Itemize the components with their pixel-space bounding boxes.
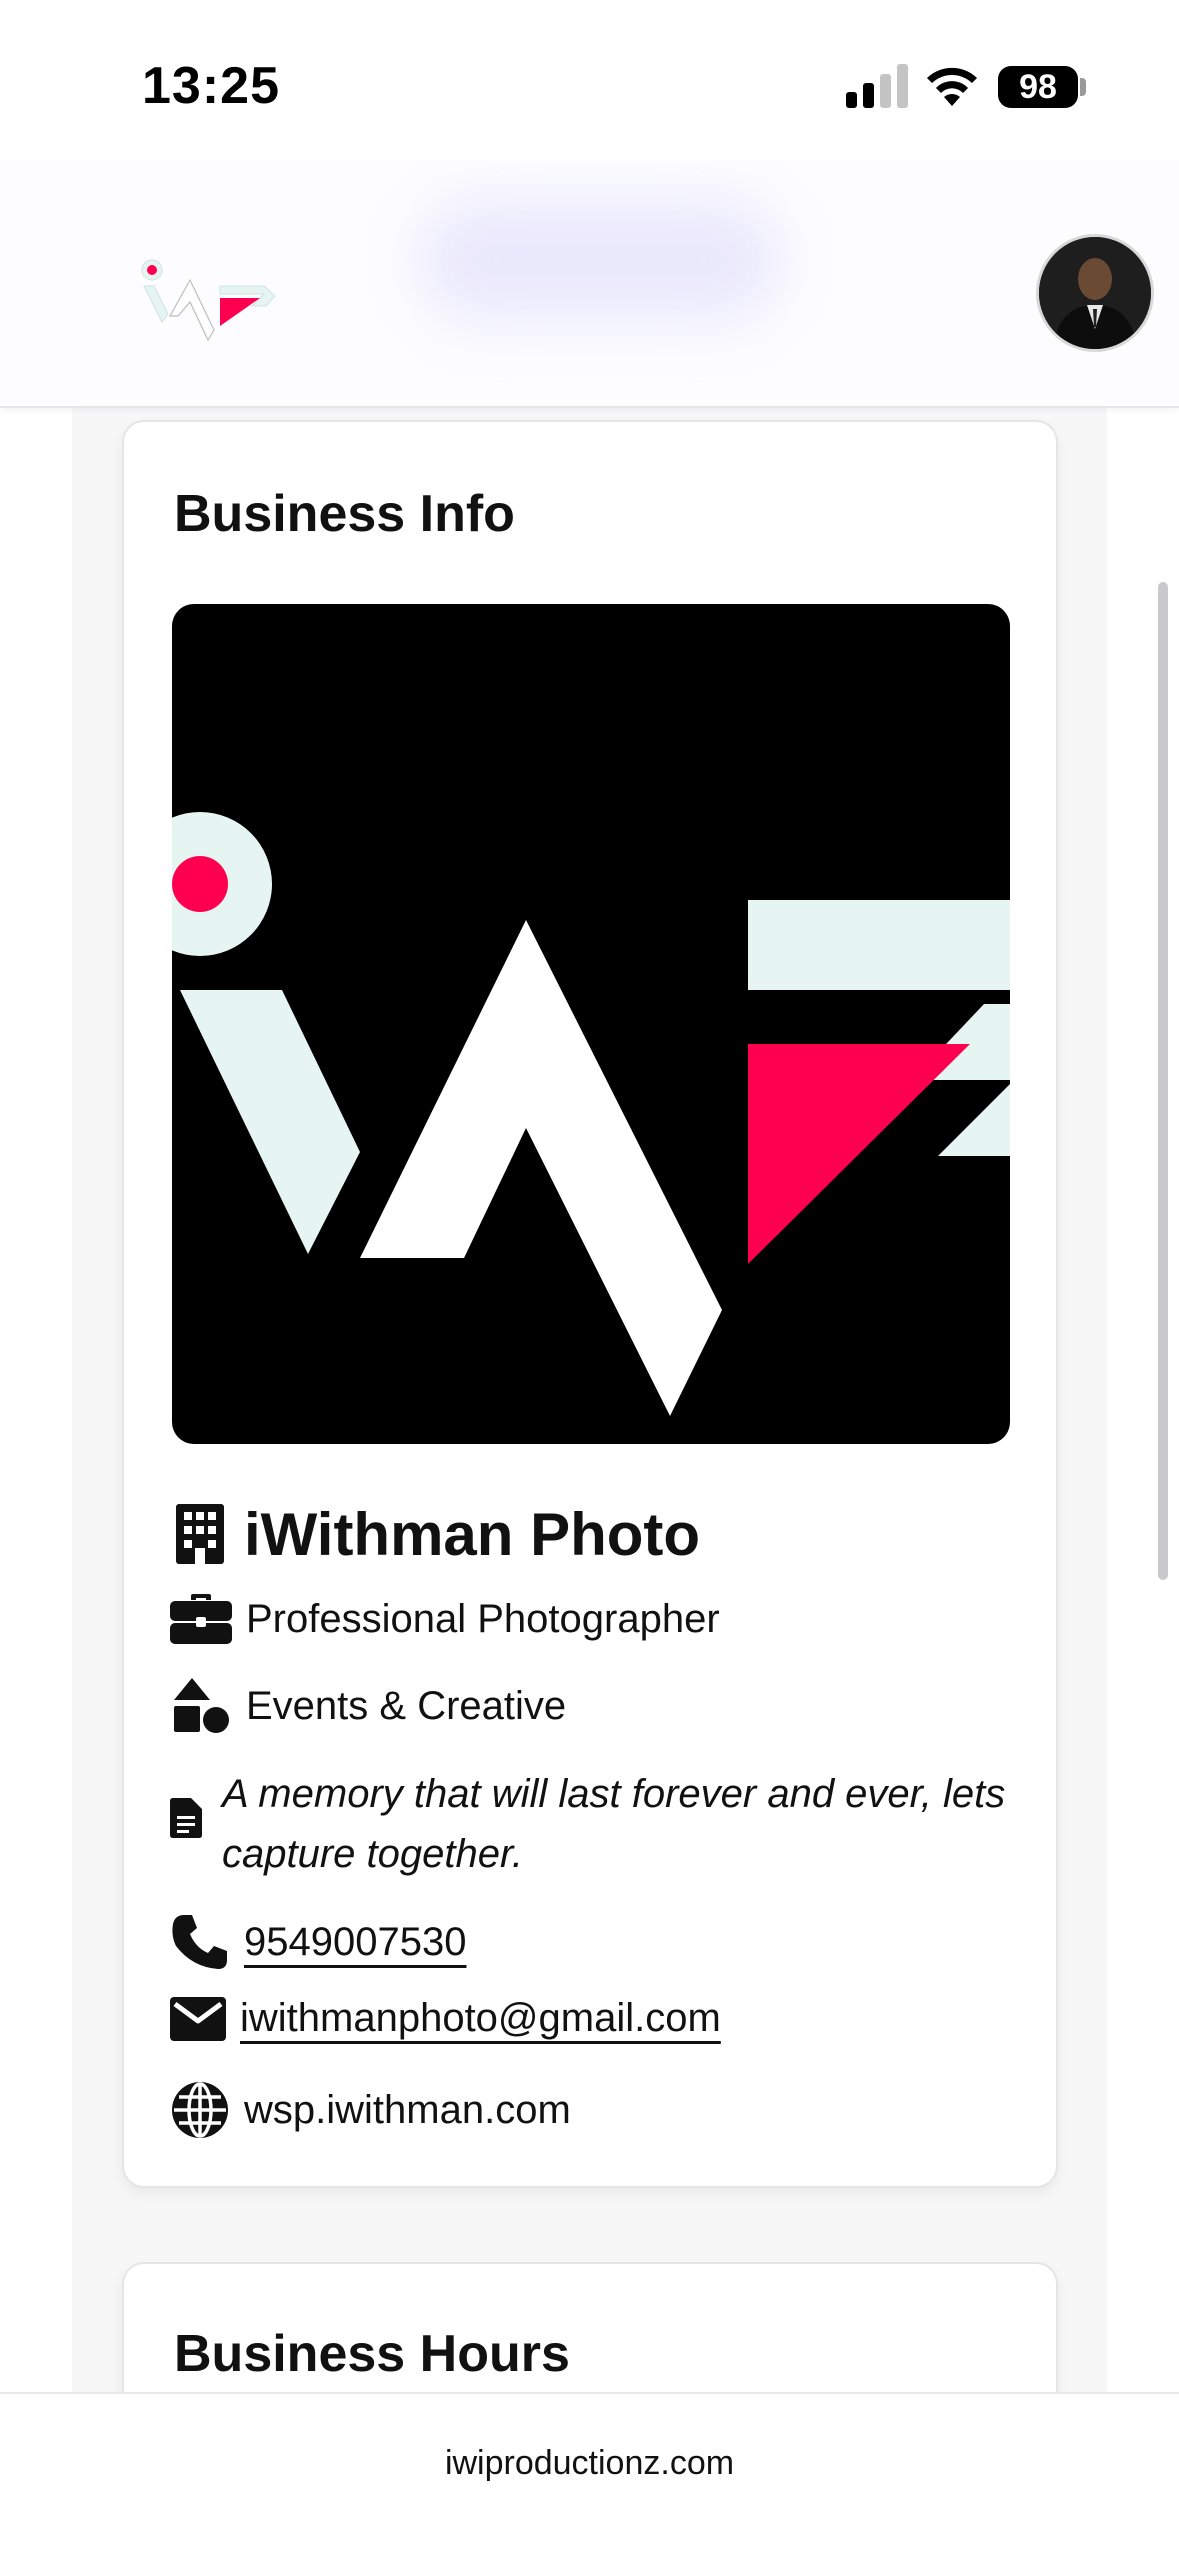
briefcase-icon [170,1594,232,1644]
page: 13:25 98 Business Info iWithman Photo Pr… [0,0,1179,2556]
building-icon [176,1504,224,1564]
phone-icon [172,1915,227,1969]
business-email-row[interactable]: iwithmanphoto@gmail.com [170,1996,721,2041]
footer-bar: iwiproductionz.com [0,2392,1179,2556]
footer-site-link[interactable]: iwiproductionz.com [0,2444,1179,2483]
globe-icon [172,2082,228,2138]
business-category-row: Events & Creative [170,1678,566,1734]
business-phone-row[interactable]: 9549007530 [170,1912,466,1972]
business-role: Professional Photographer [246,1596,720,1641]
iwp-logo-icon[interactable] [140,256,285,342]
business-name-row: iWithman Photo [172,1494,700,1574]
business-category: Events & Creative [246,1683,567,1728]
business-tagline: A memory that will last forever and ever… [222,1772,1006,1876]
app-header [0,160,1179,408]
avatar[interactable] [1036,234,1154,352]
business-role-row: Professional Photographer [170,1594,720,1644]
business-email-link[interactable]: iwithmanphoto@gmail.com [240,1996,721,2041]
status-time: 13:25 [142,57,280,115]
header-glow [420,200,780,320]
iwp-hero-logo-icon [172,812,1010,1416]
shapes-icon [174,1678,229,1733]
business-info-card: Business Info iWithman Photo Professiona… [122,420,1058,2188]
cellular-signal-icon [846,64,908,108]
document-icon [170,1798,202,1838]
business-name: iWithman Photo [244,1500,701,1568]
business-logo-image [172,604,1010,1444]
business-tagline-row: A memory that will last forever and ever… [170,1764,1010,1884]
business-website-row[interactable]: wsp.iwithman.com [170,2080,571,2140]
scrollbar[interactable] [1158,582,1168,1580]
status-bar: 13:25 98 [0,0,1179,160]
business-info-title: Business Info [174,485,515,543]
mail-icon [170,1996,226,2041]
profile-avatar-icon [1039,237,1151,349]
business-website[interactable]: wsp.iwithman.com [244,2088,571,2133]
wifi-icon [927,67,977,106]
battery-indicator: 98 [998,66,1078,108]
business-phone-link[interactable]: 9549007530 [244,1920,466,1965]
battery-tip [1080,78,1086,96]
business-hours-title: Business Hours [174,2325,570,2383]
